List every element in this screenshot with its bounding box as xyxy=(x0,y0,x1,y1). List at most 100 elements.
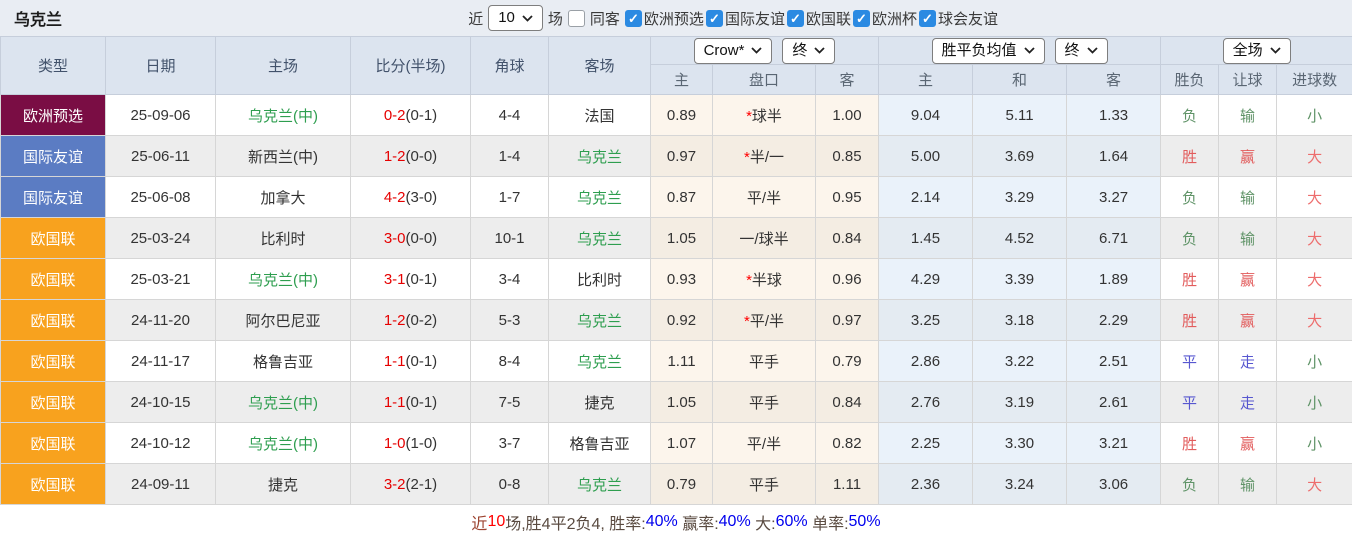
away-team[interactable]: 乌克兰 xyxy=(549,136,651,177)
full-time-score: 3-0 xyxy=(384,230,406,247)
competition-filter: ✓欧洲杯 xyxy=(853,8,917,29)
scope-select[interactable]: 全场 xyxy=(1223,38,1291,64)
away-team[interactable]: 乌克兰 xyxy=(549,341,651,382)
chevron-down-icon xyxy=(1024,47,1035,54)
col-header-date: 日期 xyxy=(106,37,216,95)
subcol-result-goals: 进球数 xyxy=(1277,65,1352,95)
home-team[interactable]: 乌克兰(中) xyxy=(216,382,351,423)
away-team[interactable]: 捷克 xyxy=(549,382,651,423)
competition-filter: ✓国际友谊 xyxy=(706,8,785,29)
summary-text-part: 赢率: xyxy=(678,510,719,534)
handicap-value: 平手 xyxy=(749,477,779,494)
competition-filter-checkbox[interactable]: ✓ xyxy=(919,10,936,27)
match-date: 24-09-11 xyxy=(106,464,216,505)
competition-filter-checkbox[interactable]: ✓ xyxy=(853,10,870,27)
result-handicap: 输 xyxy=(1219,464,1277,505)
avg-lose-odds: 2.51 xyxy=(1067,341,1161,382)
score-cell: 3-1(0-1) xyxy=(351,259,471,300)
avg-draw-odds: 3.69 xyxy=(973,136,1067,177)
avg-win-odds: 2.14 xyxy=(879,177,973,218)
competition-filter-label: 国际友谊 xyxy=(725,8,785,29)
col-header-away: 客场 xyxy=(549,37,651,95)
bookmaker-select[interactable]: Crow* xyxy=(694,38,773,64)
home-team[interactable]: 阿尔巴尼亚 xyxy=(216,300,351,341)
away-team[interactable]: 乌克兰 xyxy=(549,218,651,259)
away-team[interactable]: 格鲁吉亚 xyxy=(549,423,651,464)
half-time-score: (0-1) xyxy=(406,107,438,124)
col-header-home: 主场 xyxy=(216,37,351,95)
home-team[interactable]: 乌克兰(中) xyxy=(216,95,351,136)
handicap-cell: 平手 xyxy=(713,464,816,505)
result-wdl: 负 xyxy=(1161,177,1219,218)
handicap-cell: *平/半 xyxy=(713,300,816,341)
result-goals: 小 xyxy=(1277,95,1352,136)
avg-win-odds: 5.00 xyxy=(879,136,973,177)
avg-win-odds: 1.45 xyxy=(879,218,973,259)
home-team[interactable]: 乌克兰(中) xyxy=(216,259,351,300)
home-team[interactable]: 比利时 xyxy=(216,218,351,259)
competition-filter-label: 欧洲预选 xyxy=(644,8,704,29)
same-away-checkbox[interactable] xyxy=(568,10,585,27)
odds-away: 0.96 xyxy=(816,259,879,300)
match-row: 欧国联 24-11-20 阿尔巴尼亚 1-2(0-2) 5-3 乌克兰 0.92… xyxy=(1,300,1352,341)
match-row: 欧国联 25-03-24 比利时 3-0(0-0) 10-1 乌克兰 1.05 … xyxy=(1,218,1352,259)
half-time-score: (0-1) xyxy=(406,353,438,370)
avg-lose-odds: 1.33 xyxy=(1067,95,1161,136)
odds-home: 0.92 xyxy=(651,300,713,341)
result-wdl: 胜 xyxy=(1161,259,1219,300)
competition-type-badge: 欧国联 xyxy=(1,382,106,423)
home-team[interactable]: 乌克兰(中) xyxy=(216,423,351,464)
result-goals: 大 xyxy=(1277,177,1352,218)
subcol-avg-draw: 和 xyxy=(973,65,1067,95)
home-team[interactable]: 加拿大 xyxy=(216,177,351,218)
away-team[interactable]: 法国 xyxy=(549,95,651,136)
match-row: 欧国联 25-03-21 乌克兰(中) 3-1(0-1) 3-4 比利时 0.9… xyxy=(1,259,1352,300)
odds-away: 0.84 xyxy=(816,382,879,423)
competition-filter-checkbox[interactable]: ✓ xyxy=(625,10,642,27)
handicap-cell: 平/半 xyxy=(713,177,816,218)
handicap-cell: *半球 xyxy=(713,259,816,300)
col-header-score: 比分(半场) xyxy=(351,37,471,95)
competition-filter-checkbox[interactable]: ✓ xyxy=(787,10,804,27)
full-time-score: 3-1 xyxy=(384,271,406,288)
page-title: 乌克兰 xyxy=(14,6,62,30)
odds-home: 1.05 xyxy=(651,382,713,423)
odds-away: 0.82 xyxy=(816,423,879,464)
away-team[interactable]: 乌克兰 xyxy=(549,464,651,505)
score-cell: 1-0(1-0) xyxy=(351,423,471,464)
competition-type-badge: 国际友谊 xyxy=(1,136,106,177)
home-team[interactable]: 新西兰(中) xyxy=(216,136,351,177)
result-handicap: 赢 xyxy=(1219,423,1277,464)
odds-away: 0.79 xyxy=(816,341,879,382)
away-team[interactable]: 比利时 xyxy=(549,259,651,300)
match-date: 25-06-11 xyxy=(106,136,216,177)
match-date: 24-10-15 xyxy=(106,382,216,423)
matches-tbody: 欧洲预选 25-09-06 乌克兰(中) 0-2(0-1) 4-4 法国 0.8… xyxy=(1,95,1352,505)
summary-text-part: 50% xyxy=(849,513,881,531)
score-cell: 1-2(0-2) xyxy=(351,300,471,341)
competition-filter: ✓欧国联 xyxy=(787,8,851,29)
full-time-score: 1-2 xyxy=(384,312,406,329)
away-team[interactable]: 乌克兰 xyxy=(549,177,651,218)
result-wdl: 胜 xyxy=(1161,423,1219,464)
summary-text-part: 10 xyxy=(487,513,505,531)
result-wdl: 平 xyxy=(1161,341,1219,382)
chevron-down-icon xyxy=(751,47,762,54)
match-count-select[interactable]: 10 xyxy=(488,5,543,31)
home-team[interactable]: 捷克 xyxy=(216,464,351,505)
subcol-avg-lose: 客 xyxy=(1067,65,1161,95)
corners-score: 7-5 xyxy=(471,382,549,423)
full-time-score: 1-1 xyxy=(384,353,406,370)
avg-time-select[interactable]: 终 xyxy=(1055,38,1108,64)
score-cell: 1-1(0-1) xyxy=(351,382,471,423)
odds-away: 1.11 xyxy=(816,464,879,505)
avg-lose-odds: 3.21 xyxy=(1067,423,1161,464)
match-date: 24-11-20 xyxy=(106,300,216,341)
away-team[interactable]: 乌克兰 xyxy=(549,300,651,341)
home-team[interactable]: 格鲁吉亚 xyxy=(216,341,351,382)
subcol-avg-win: 主 xyxy=(879,65,973,95)
odds-time-select[interactable]: 终 xyxy=(782,38,835,64)
avg-type-select[interactable]: 胜平负均值 xyxy=(932,38,1045,64)
handicap-value: 球半 xyxy=(752,108,782,125)
competition-filter-checkbox[interactable]: ✓ xyxy=(706,10,723,27)
